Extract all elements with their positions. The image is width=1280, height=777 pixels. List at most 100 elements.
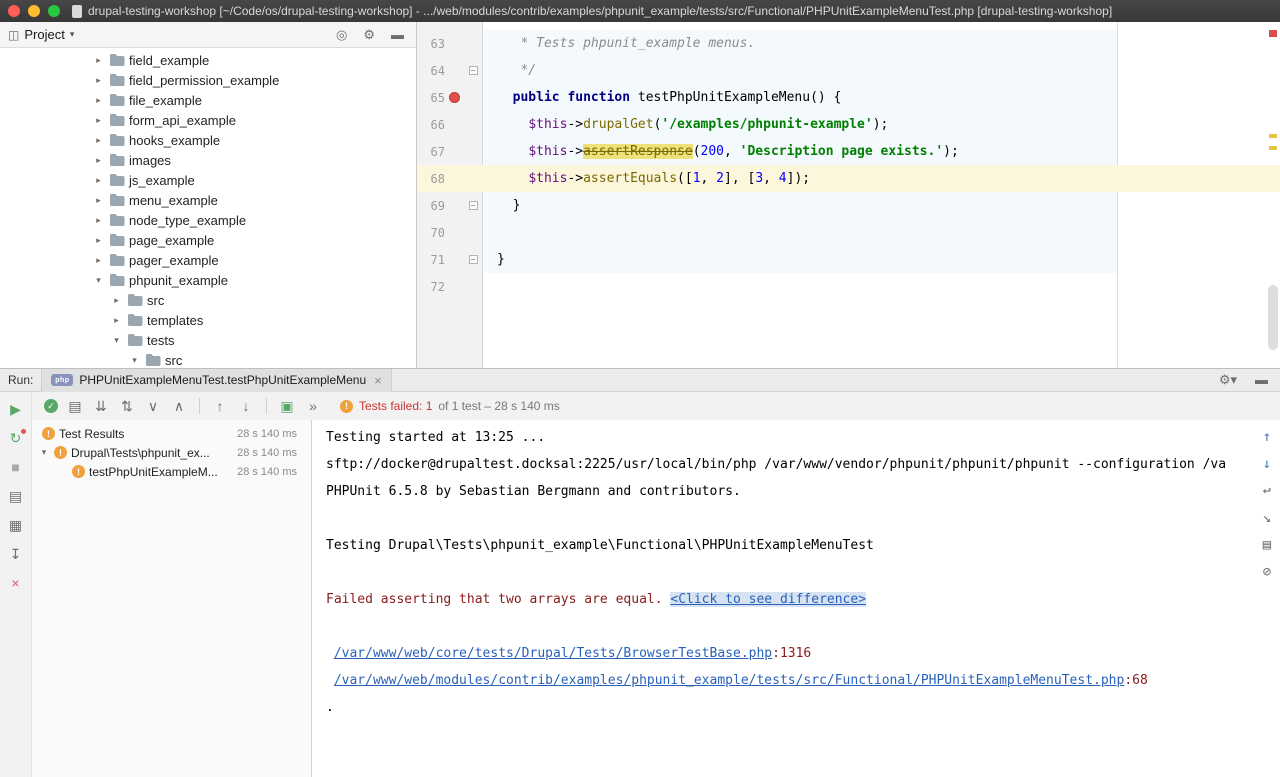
import-test-results-button[interactable]: ▣	[278, 398, 296, 415]
more-options-button[interactable]: »	[304, 398, 322, 414]
chevron-down-icon[interactable]: ▾	[128, 355, 141, 366]
tree-item-templates[interactable]: ▸templates	[0, 310, 416, 330]
chevron-right-icon[interactable]: ▸	[92, 195, 105, 206]
chevron-right-icon[interactable]: ▸	[110, 315, 123, 326]
editor-scrollbar[interactable]	[1266, 22, 1280, 368]
tree-item-phpunit_example[interactable]: ▾phpunit_example	[0, 270, 416, 290]
clear-all-button[interactable]: ⊘	[1258, 563, 1276, 581]
close-tab-icon[interactable]: ×	[374, 373, 382, 388]
tree-item-page_example[interactable]: ▸page_example	[0, 230, 416, 250]
tree-item-tests[interactable]: ▾tests	[0, 330, 416, 350]
console-file-link[interactable]: /var/www/web/core/tests/Drupal/Tests/Bro…	[334, 646, 772, 661]
scroll-to-bottom-button[interactable]: ↓	[1258, 455, 1276, 473]
code-line-68[interactable]: 68 $this->assertEquals([1, 2], [3, 4]);	[417, 165, 1280, 192]
tree-item-form_api_example[interactable]: ▸form_api_example	[0, 110, 416, 130]
rerun-tests-button[interactable]: ▶	[7, 400, 25, 418]
fold-marker-icon[interactable]: −	[469, 255, 478, 264]
scroll-to-trace-button[interactable]: ↧	[7, 545, 25, 563]
chevron-right-icon[interactable]: ▸	[92, 175, 105, 186]
tree-item-file_example[interactable]: ▸file_example	[0, 90, 416, 110]
sort-by-duration-toggle[interactable]: ⇊	[92, 398, 110, 415]
code-line-67[interactable]: 67 $this->assertResponse(200, 'Descripti…	[417, 138, 1280, 165]
test-tree-item[interactable]: !testPhpUnitExampleM...28 s 140 ms	[32, 462, 311, 481]
close-window-button[interactable]	[8, 5, 20, 17]
show-ignored-toggle[interactable]: ▤	[66, 398, 84, 415]
code-line-71[interactable]: 71−}	[417, 246, 1280, 273]
hide-panel-button[interactable]: ▬	[391, 27, 404, 43]
soft-wrap-toggle[interactable]: ↩	[1258, 482, 1276, 500]
console-file-link[interactable]: /var/www/web/modules/contrib/examples/ph…	[334, 673, 1125, 688]
code-line-66[interactable]: 66 $this->drupalGet('/examples/phpunit-e…	[417, 111, 1280, 138]
tree-item-src[interactable]: ▸src	[0, 290, 416, 310]
tree-item-js_example[interactable]: ▸js_example	[0, 170, 416, 190]
fold-marker-icon[interactable]: −	[469, 66, 478, 75]
chevron-down-icon[interactable]: ▾	[38, 447, 50, 458]
scrollbar-thumb[interactable]	[1268, 285, 1278, 350]
project-panel-title[interactable]: Project	[24, 27, 64, 42]
locate-file-button[interactable]: ◎	[336, 27, 347, 43]
folder-icon	[109, 173, 125, 187]
sort-alphabetically-toggle[interactable]: ⇅	[118, 398, 136, 415]
tree-item-field_permission_example[interactable]: ▸field_permission_example	[0, 70, 416, 90]
next-failed-test-button[interactable]: ↓	[237, 398, 255, 414]
collapse-all-button[interactable]: ∧	[170, 398, 188, 415]
rerun-failed-tests-button[interactable]: ↻	[7, 429, 25, 447]
chevron-down-icon[interactable]: ▾	[70, 29, 75, 40]
tree-item-hooks_example[interactable]: ▸hooks_example	[0, 130, 416, 150]
scroll-to-end-button[interactable]: ↘	[1258, 509, 1276, 527]
chevron-right-icon[interactable]: ▸	[92, 75, 105, 86]
stop-button[interactable]: ■	[7, 458, 25, 476]
close-run-window-button[interactable]: ×	[7, 574, 25, 592]
fold-slot: −	[464, 255, 482, 264]
code-line-65[interactable]: 65 public function testPhpUnitExampleMen…	[417, 84, 1280, 111]
zoom-window-button[interactable]	[48, 5, 60, 17]
code-line-63[interactable]: 63 * Tests phpunit_example menus.	[417, 30, 1280, 57]
chevron-right-icon[interactable]: ▸	[92, 115, 105, 126]
error-stripe-mark[interactable]	[1269, 30, 1277, 37]
toggle-layout-button[interactable]: ▦	[7, 516, 25, 534]
chevron-right-icon[interactable]: ▸	[92, 155, 105, 166]
test-failed-gutter-icon[interactable]	[449, 92, 460, 103]
hide-run-window-button[interactable]: ▬	[1255, 372, 1268, 388]
warning-stripe-mark[interactable]	[1269, 134, 1277, 138]
code-line-64[interactable]: 64− */	[417, 57, 1280, 84]
tree-item-menu_example[interactable]: ▸menu_example	[0, 190, 416, 210]
warning-stripe-mark[interactable]	[1269, 146, 1277, 150]
code-line-72[interactable]: 72	[417, 273, 1280, 300]
test-tree-item[interactable]: !Test Results28 s 140 ms	[32, 424, 311, 443]
print-button[interactable]: ▤	[1258, 536, 1276, 554]
tree-item-src[interactable]: ▾src	[0, 350, 416, 368]
chevron-down-icon[interactable]: ▾	[92, 275, 105, 286]
chevron-right-icon[interactable]: ▸	[92, 95, 105, 106]
code-editor[interactable]: 63 * Tests phpunit_example menus.64− */6…	[417, 22, 1280, 368]
chevron-right-icon[interactable]: ▸	[92, 135, 105, 146]
show-passed-toggle[interactable]: ✓	[44, 399, 58, 413]
chevron-right-icon[interactable]: ▸	[110, 295, 123, 306]
run-tab[interactable]: php PHPUnitExampleMenuTest.testPhpUnitEx…	[41, 369, 391, 392]
see-difference-link[interactable]: <Click to see difference>	[670, 592, 866, 607]
tree-item-label: pager_example	[129, 253, 219, 268]
tree-item-images[interactable]: ▸images	[0, 150, 416, 170]
test-tree-item[interactable]: ▾!Drupal\Tests\phpunit_ex...28 s 140 ms	[32, 443, 311, 462]
tree-item-pager_example[interactable]: ▸ pager_example	[0, 250, 416, 270]
gutter-cell: 71−	[417, 246, 483, 273]
settings-button[interactable]: ⚙	[363, 27, 375, 43]
minimize-window-button[interactable]	[28, 5, 40, 17]
scroll-to-top-button[interactable]: ↑	[1258, 428, 1276, 446]
chevron-right-icon[interactable]: ▸	[92, 255, 105, 266]
code-line-70[interactable]: 70	[417, 219, 1280, 246]
expand-all-button[interactable]: ∨	[144, 398, 162, 415]
chevron-right-icon[interactable]: ▸	[92, 235, 105, 246]
console-output[interactable]: Testing started at 13:25 ...sftp://docke…	[312, 420, 1280, 777]
code-line-69[interactable]: 69− }	[417, 192, 1280, 219]
previous-failed-test-button[interactable]: ↑	[211, 398, 229, 414]
tree-item-field_example[interactable]: ▸field_example	[0, 50, 416, 70]
chevron-right-icon[interactable]: ▸	[92, 55, 105, 66]
run-settings-button[interactable]: ⚙▾	[1219, 372, 1237, 388]
test-status: ! Tests failed: 1 of 1 test – 28 s 140 m…	[340, 399, 560, 413]
show-console-toggle[interactable]: ▤	[7, 487, 25, 505]
chevron-right-icon[interactable]: ▸	[92, 215, 105, 226]
tree-item-node_type_example[interactable]: ▸node_type_example	[0, 210, 416, 230]
chevron-down-icon[interactable]: ▾	[110, 335, 123, 346]
fold-marker-icon[interactable]: −	[469, 201, 478, 210]
